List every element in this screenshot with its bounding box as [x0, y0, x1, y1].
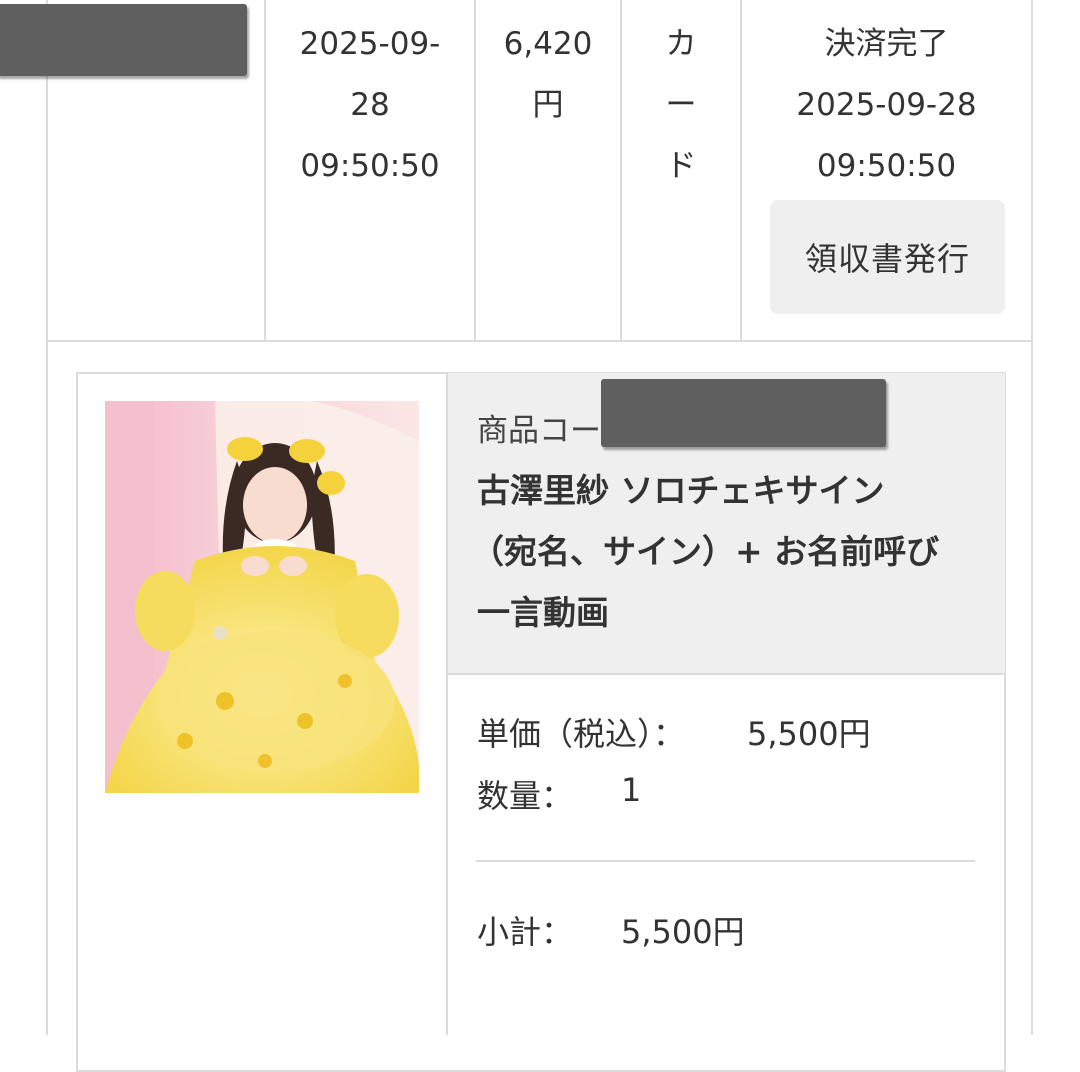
amount-value: 6,420: [503, 26, 593, 62]
product-title: 古澤里紗 ソロチェキサイン （宛名、サイン）+ お名前呼び 一言動画: [471, 460, 997, 643]
product-title-line: （宛名、サイン）+ お名前呼び: [471, 532, 940, 571]
product-code-label: 商品コー: [477, 413, 601, 449]
redacted-order-number: [0, 4, 247, 76]
order-date-line: 2025-09-: [299, 26, 441, 62]
payment-method-char: カ: [665, 26, 697, 62]
unit-price-value: 5,500円: [747, 715, 871, 753]
payment-status-time: 09:50:50: [816, 148, 957, 184]
quantity-value: 1: [621, 771, 642, 809]
product-title-line: 一言動画: [477, 593, 609, 632]
payment-method-char: ド: [665, 148, 697, 184]
subtotal-divider: [476, 860, 975, 862]
redacted-product-code: [601, 379, 886, 447]
order-date-cell: 2025-09- 28 09:50:50: [266, 14, 474, 197]
product-column-divider: [446, 373, 448, 1035]
row-divider: [46, 340, 1033, 342]
subtotal-value: 5,500円: [621, 913, 745, 951]
payment-status-date: 2025-09-28: [796, 87, 977, 123]
table-border-left: [46, 0, 48, 1035]
amount-cell: 6,420 円: [476, 14, 620, 136]
payment-method-char: ー: [665, 87, 697, 123]
table-border-right: [1031, 0, 1033, 1035]
order-date-line: 28: [350, 87, 390, 123]
unit-price-label: 単価（税込）：: [477, 715, 686, 753]
product-header-divider: [448, 673, 1005, 675]
payment-status-text: 決済完了: [824, 26, 949, 62]
product-title-line: 古澤里紗 ソロチェキサイン: [477, 471, 885, 510]
amount-currency: 円: [532, 87, 564, 123]
issue-receipt-button[interactable]: 領収書発行: [770, 200, 1005, 314]
payment-status-cell: 決済完了 2025-09-28 09:50:50: [742, 14, 1031, 197]
product-image[interactable]: [105, 401, 419, 793]
order-time-line: 09:50:50: [300, 148, 440, 184]
quantity-label: 数量：: [477, 777, 574, 815]
subtotal-label: 小計：: [477, 913, 574, 951]
payment-method-cell: カ ー ド: [622, 14, 740, 197]
